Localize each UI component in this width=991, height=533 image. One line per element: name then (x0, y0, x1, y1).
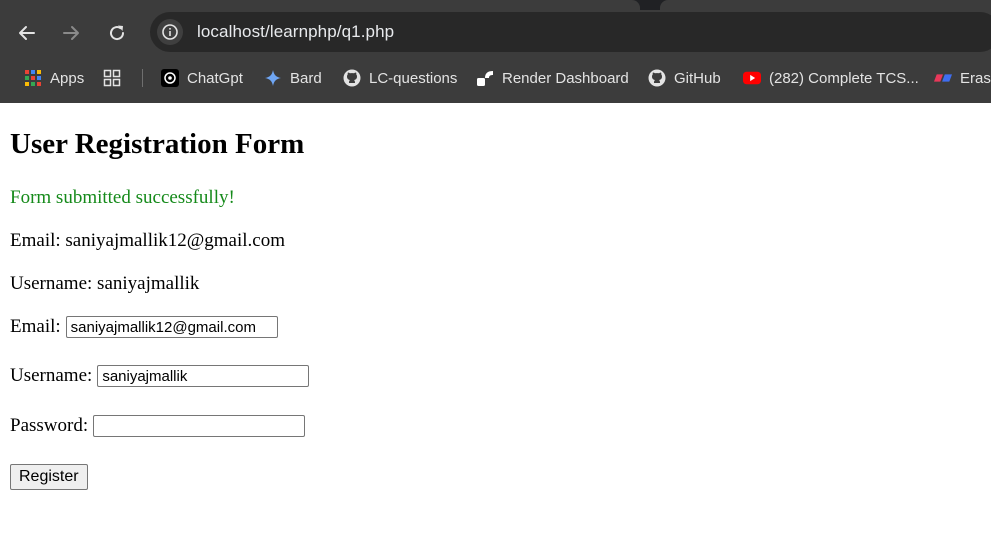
back-arrow-icon (19, 26, 35, 40)
email-label: Email: (10, 316, 61, 337)
reload-button[interactable] (104, 20, 130, 46)
bookmark-chatgpt[interactable]: ChatGpt (161, 66, 243, 90)
address-bar[interactable]: localhost/learnphp/q1.php (150, 12, 991, 52)
forward-button[interactable] (58, 20, 84, 46)
bookmark-tab-groups[interactable] (103, 66, 129, 90)
password-row: Password: (10, 415, 306, 437)
reload-icon (110, 25, 125, 41)
success-message: Form submitted successfully! (10, 187, 235, 208)
info-icon (162, 24, 178, 40)
bookmark-label: Bard (290, 69, 322, 87)
username-field[interactable] (97, 365, 310, 387)
bookmark-label: Erase (960, 69, 991, 87)
email-row: Email: (10, 316, 278, 338)
password-field[interactable] (93, 415, 306, 437)
bookmark-github[interactable]: GitHub (648, 66, 721, 90)
url-text[interactable]: localhost/learnphp/q1.php (197, 22, 394, 42)
back-button[interactable] (14, 20, 40, 46)
username-row: Username: (10, 365, 310, 387)
bookmark-label: GitHub (674, 69, 721, 87)
github-icon (343, 69, 361, 87)
forward-arrow-icon (63, 26, 79, 40)
bard-sparkle-icon (264, 69, 282, 87)
browser-chrome: localhost/learnphp/q1.php Apps ChatGpt B… (0, 0, 991, 103)
youtube-icon (743, 69, 761, 87)
chatgpt-icon (161, 69, 179, 87)
bookmarks-bar: Apps ChatGpt Bard LC-questions Render Da… (0, 60, 991, 96)
bookmark-label: Apps (50, 69, 85, 87)
bookmark-label: LC-questions (369, 69, 458, 87)
bookmark-separator (142, 69, 143, 87)
password-label: Password: (10, 415, 89, 436)
browser-toolbar: localhost/learnphp/q1.php (0, 10, 991, 54)
bookmark-label: ChatGpt (187, 69, 243, 87)
render-icon (476, 69, 494, 87)
bookmark-eraser[interactable]: Erase (934, 66, 991, 90)
username-label: Username: (10, 365, 93, 386)
submitted-username: Username: saniyajmallik (10, 273, 200, 294)
bookmark-youtube-tcs[interactable]: (282) Complete TCS... (743, 66, 919, 90)
register-button[interactable]: Register (10, 464, 88, 490)
bookmark-label: (282) Complete TCS... (769, 69, 919, 87)
eraser-icon (934, 69, 952, 87)
bookmark-render-dashboard[interactable]: Render Dashboard (476, 66, 629, 90)
apps-grid-icon (24, 69, 42, 87)
active-tab-edge (0, 0, 640, 10)
email-field[interactable] (65, 316, 278, 338)
bookmark-label: Render Dashboard (502, 69, 629, 87)
github-icon (648, 69, 666, 87)
site-info-button[interactable] (157, 19, 183, 45)
submitted-email: Email: saniyajmallik12@gmail.com (10, 230, 285, 251)
page-title: User Registration Form (10, 128, 305, 160)
bookmark-apps[interactable]: Apps (24, 66, 84, 90)
tab-edge-right (660, 0, 991, 10)
bookmark-bard[interactable]: Bard (264, 66, 322, 90)
tab-strip (0, 0, 991, 10)
page-content: User Registration Form Form submitted su… (10, 103, 980, 533)
tab-groups-icon (103, 69, 121, 87)
bookmark-lc-questions[interactable]: LC-questions (343, 66, 457, 90)
